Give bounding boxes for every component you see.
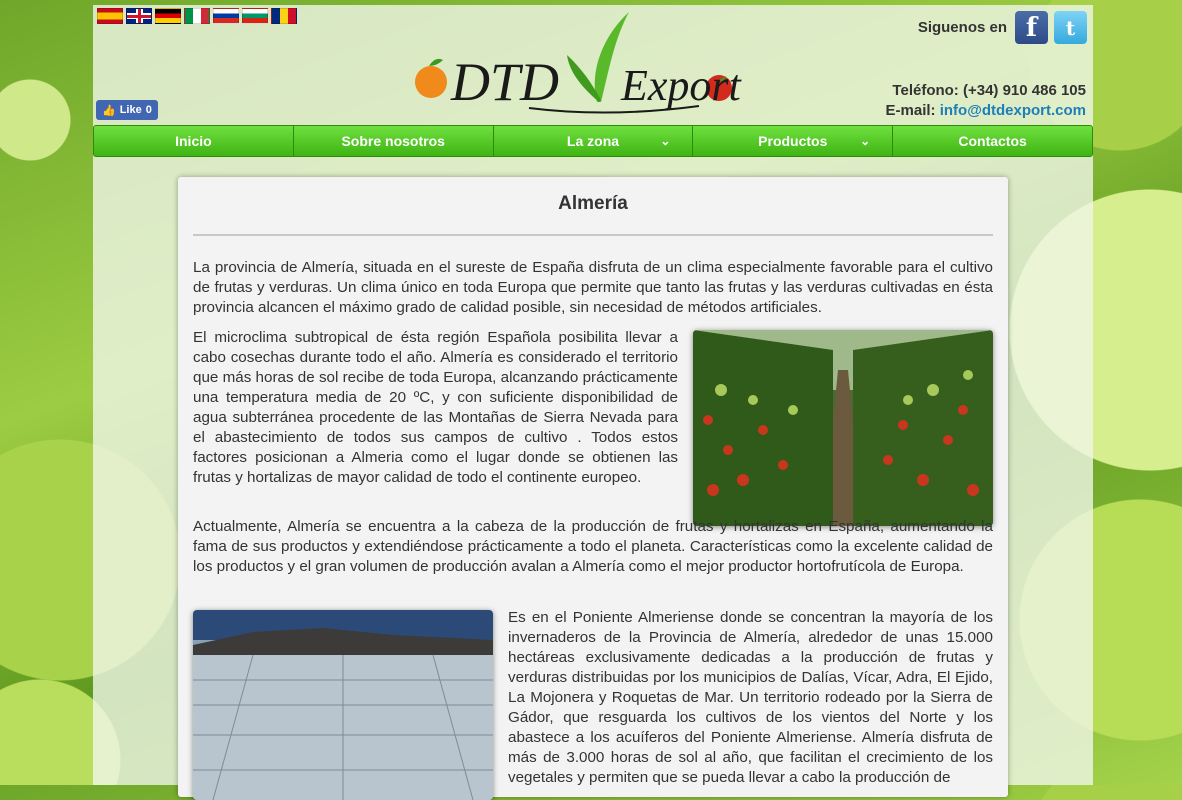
uk-flag-icon[interactable] [126,8,152,24]
like-label: Like [119,104,142,116]
nav-item-sobre-nosotros[interactable]: Sobre nosotros [294,126,494,156]
nav-item-productos[interactable]: Productos ⌄ [693,126,894,156]
facebook-like-button[interactable]: 👍 Like 0 [96,100,158,120]
nav-item-inicio[interactable]: Inicio [94,126,294,156]
phone-number: Teléfono: (+34) 910 486 105 [892,82,1086,99]
main-nav: Inicio Sobre nosotros La zona ⌄ Productos… [93,125,1093,157]
nav-label: Productos [758,133,828,149]
social-links: Siguenos en f t [918,11,1087,44]
twitter-icon[interactable]: t [1054,11,1087,44]
nav-label: Contactos [958,133,1027,149]
paragraph-microclimate: El microclima subtropical de ésta región… [193,329,678,486]
paragraph-production: Actualmente, Almería se encuentra a la c… [193,517,993,577]
chevron-down-icon: ⌄ [660,134,671,148]
email-label: E-mail: [885,102,936,119]
page-wrapper: 👍 Like 0 DTD Export Siguenos en f t Telé… [93,5,1093,800]
thumbs-up-icon: 👍 [102,104,116,117]
russia-flag-icon[interactable] [213,8,239,24]
title-divider [193,234,993,236]
nav-item-contactos[interactable]: Contactos [893,126,1092,156]
language-flags [97,8,297,24]
italy-flag-icon[interactable] [184,8,210,24]
nav-label: Inicio [175,133,212,149]
bulgaria-flag-icon[interactable] [242,8,268,24]
paragraph-production-text: Actualmente, Almería se encuentra a la c… [193,518,993,575]
romania-flag-icon[interactable] [271,8,297,24]
paragraph-poniente: Es en el Poniente Almeriense donde se co… [508,609,993,786]
header: 👍 Like 0 DTD Export Siguenos en f t Telé… [93,5,1093,125]
page-title: Almería [558,193,628,214]
chevron-down-icon: ⌄ [860,134,871,148]
like-count: 0 [145,104,152,116]
spain-flag-icon[interactable] [97,8,123,24]
follow-label: Siguenos en [917,19,1007,36]
dtd-export-logo[interactable]: DTD Export [409,10,789,118]
facebook-icon[interactable]: f [1015,11,1048,44]
content-panel: Almería La provincia de Almería, situada… [178,177,1008,800]
svg-text:DTD: DTD [450,52,559,112]
nav-item-la-zona[interactable]: La zona ⌄ [494,126,694,156]
nav-label: La zona [566,133,620,149]
email-link[interactable]: info@dtdexport.com [940,102,1086,119]
greenhouse-tomatoes-image [693,330,993,526]
germany-flag-icon[interactable] [155,8,181,24]
contact-info: Teléfono: (+34) 910 486 105 E-mail: info… [886,81,1086,121]
orange-icon [415,66,447,98]
nav-label: Sobre nosotros [341,133,445,149]
paragraph-intro: La provincia de Almería, situada en el s… [193,259,993,316]
poniente-greenhouses-image [193,610,493,800]
svg-text:Export: Export [620,61,743,110]
